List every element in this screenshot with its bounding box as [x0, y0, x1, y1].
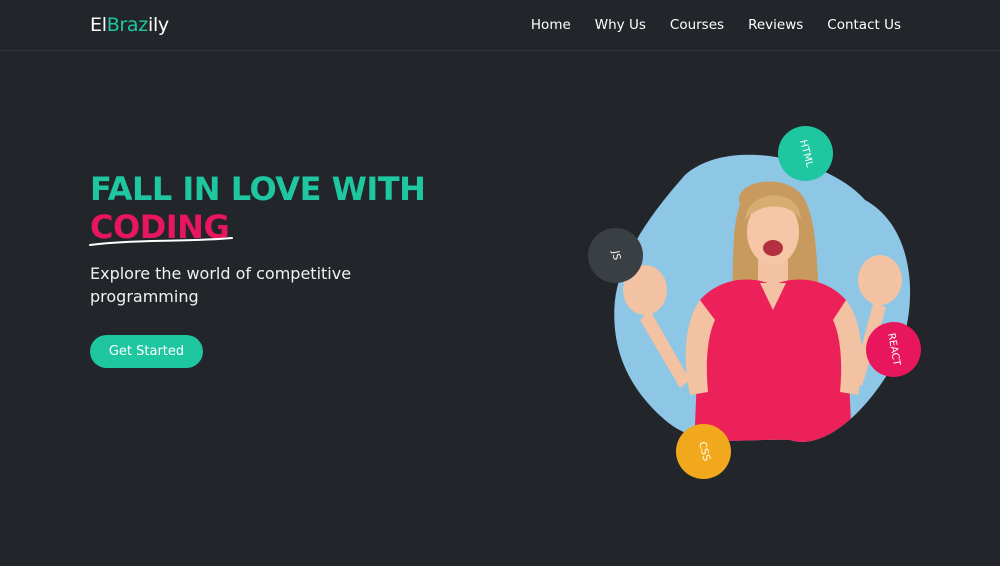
blob-background — [614, 154, 911, 442]
nav-why-us[interactable]: Why Us — [595, 17, 646, 33]
hero-title: FALL IN LOVE WITH CODING — [89, 170, 426, 246]
logo[interactable]: ElBrazily — [90, 14, 169, 36]
js-badge: JS — [588, 228, 643, 283]
underline-decoration — [89, 237, 233, 246]
css-badge: CSS — [676, 424, 731, 479]
nav-home[interactable]: Home — [531, 17, 571, 33]
html-badge: HTML — [778, 126, 833, 181]
nav-courses[interactable]: Courses — [670, 17, 724, 33]
navbar: ElBrazily Home Why Us Courses Reviews Co… — [0, 0, 1000, 51]
logo-part: El — [90, 14, 107, 36]
css-badge-label: CSS — [695, 440, 712, 463]
html-badge-label: HTML — [796, 138, 815, 169]
react-badge: REACT — [866, 322, 921, 377]
js-badge-label: JS — [609, 249, 622, 262]
nav-menu: Home Why Us Courses Reviews Contact Us — [507, 17, 901, 33]
hero-title-line1: FALL IN LOVE WITH — [90, 170, 426, 208]
nav-contact-us[interactable]: Contact Us — [827, 17, 901, 33]
logo-part: Braz — [106, 14, 149, 36]
logo-part: ly — [152, 14, 169, 36]
hero-subtitle: Explore the world of competitive program… — [90, 264, 352, 306]
hero-title-line2: CODING — [89, 208, 233, 246]
hero-illustration: HTML JS REACT CSS — [588, 120, 930, 490]
react-badge-label: REACT — [885, 332, 902, 367]
get-started-button[interactable]: Get Started — [90, 335, 203, 368]
nav-reviews[interactable]: Reviews — [748, 17, 803, 33]
